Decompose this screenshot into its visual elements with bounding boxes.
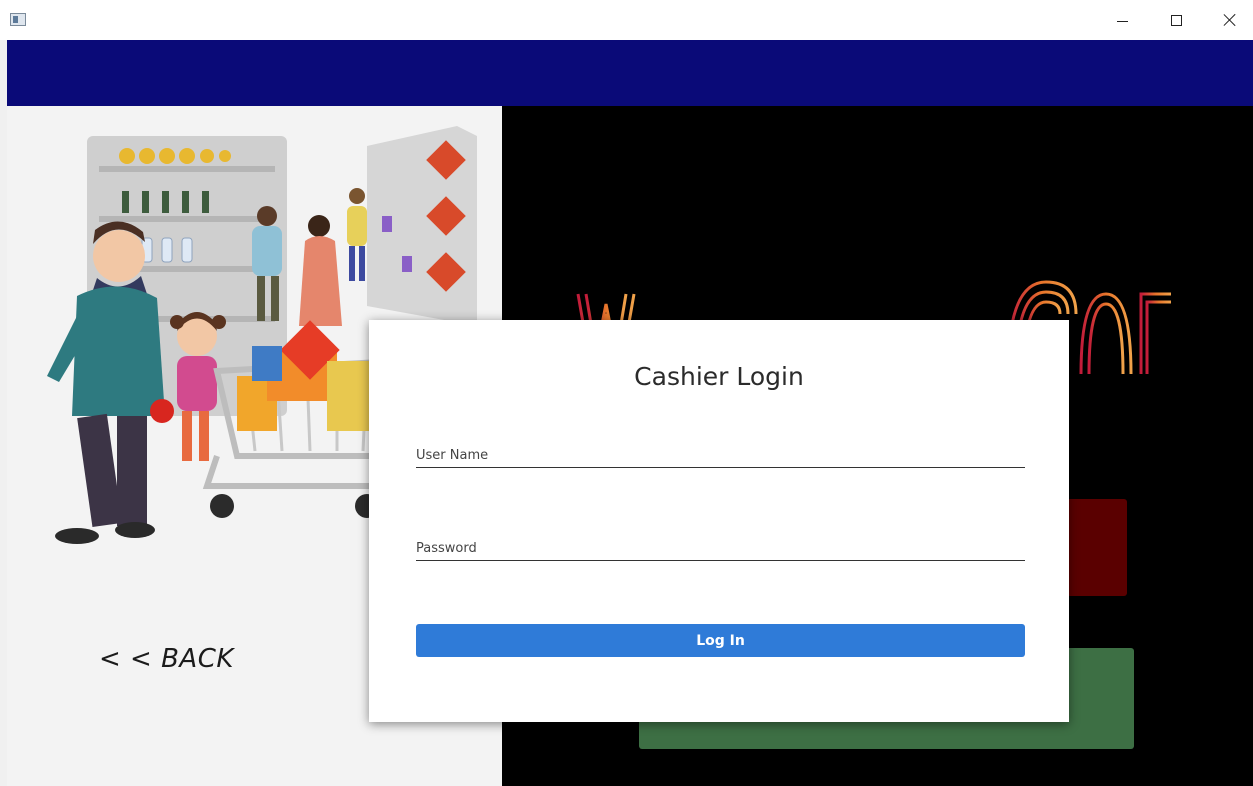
minimize-icon (1116, 20, 1128, 22)
maximize-icon (1170, 14, 1182, 26)
close-icon (1223, 13, 1237, 27)
login-title: Cashier Login (634, 362, 804, 391)
header-band (7, 40, 1253, 106)
close-button[interactable] (1207, 0, 1253, 40)
username-input[interactable] (416, 432, 1025, 467)
login-button[interactable]: Log In (416, 624, 1025, 657)
app-icon (10, 13, 26, 26)
app-window: < < BACK Cashier Login User Name Log In (0, 0, 1253, 786)
login-dialog: Cashier Login Log In (369, 320, 1069, 722)
maximize-button[interactable] (1153, 0, 1199, 40)
password-input[interactable] (416, 525, 1025, 560)
title-bar (0, 0, 1253, 40)
username-field-wrapper (416, 432, 1025, 468)
minimize-button[interactable] (1099, 0, 1145, 40)
password-field-wrapper (416, 525, 1025, 561)
red-tile (1067, 499, 1127, 596)
back-link[interactable]: < < BACK (99, 644, 234, 674)
